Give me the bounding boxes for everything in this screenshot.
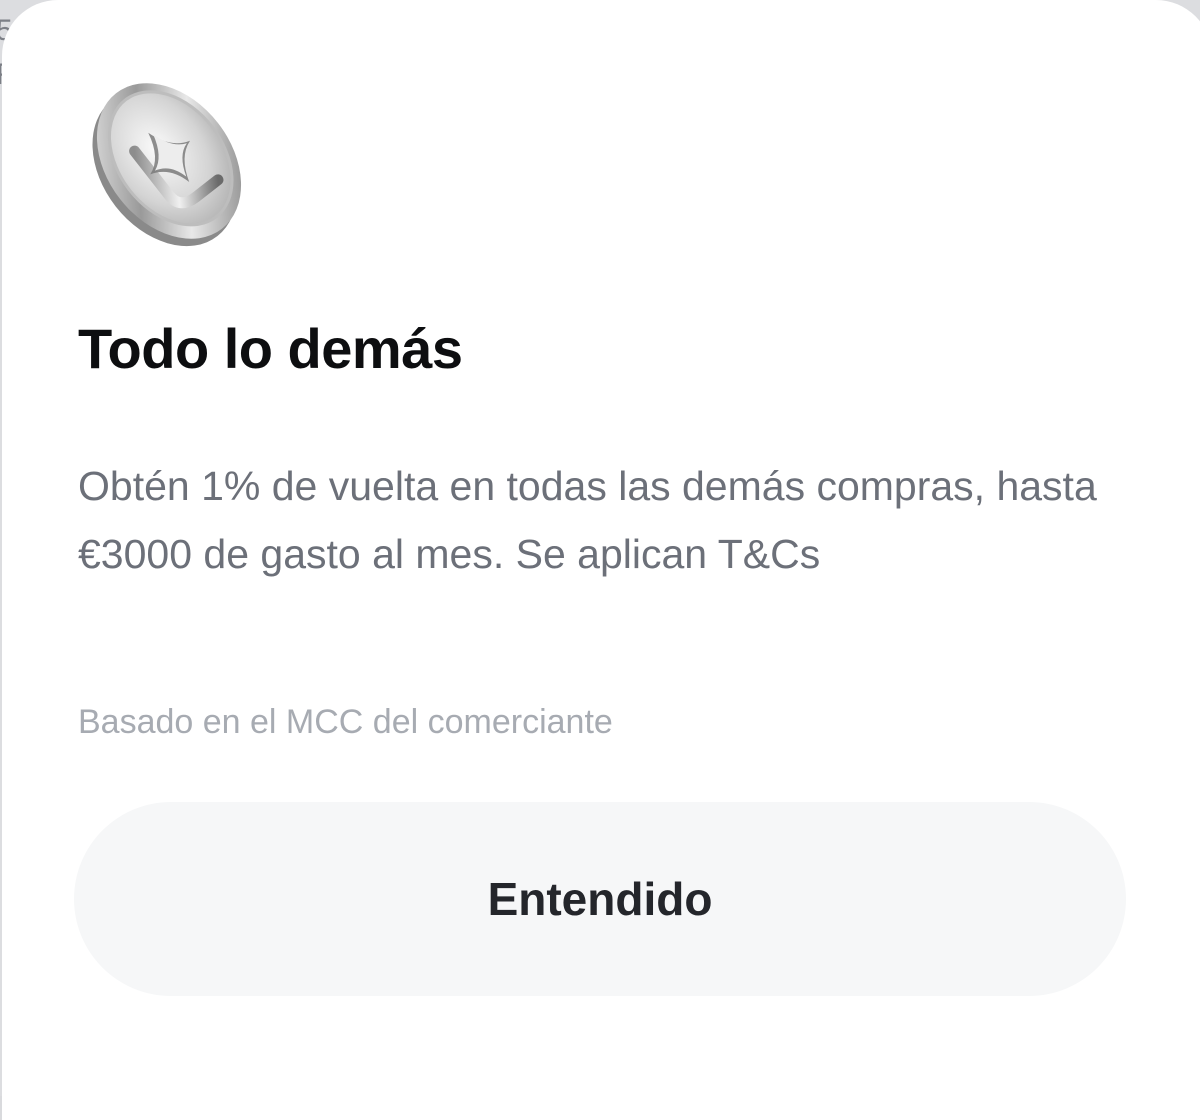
sheet-title: Todo lo demás (78, 317, 463, 380)
merchant-mcc-note: Basado en el MCC del comerciante (78, 703, 613, 741)
sheet-description: Obtén 1% de vuelta en todas las demás co… (78, 463, 1097, 577)
understood-button[interactable]: Entendido (74, 802, 1126, 996)
coin-icon (92, 83, 242, 247)
